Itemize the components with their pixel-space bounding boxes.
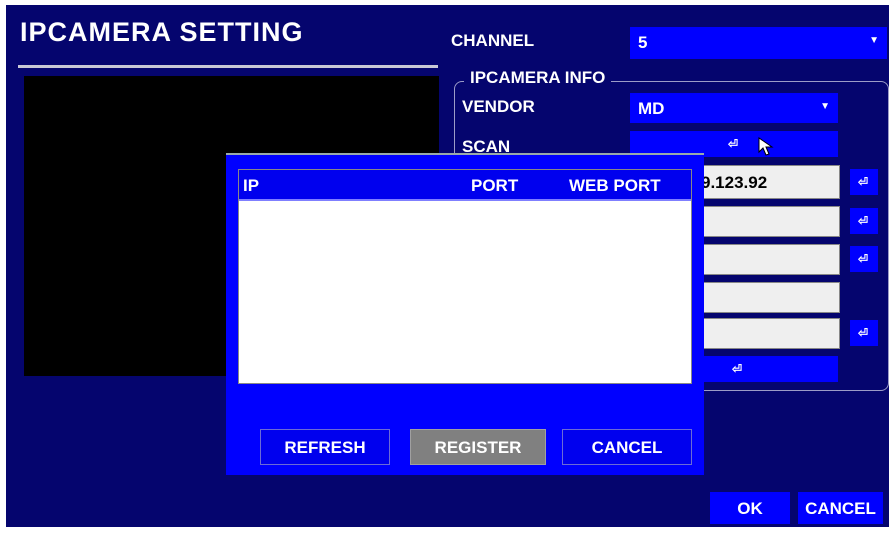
ip-address-value: 9.123.92	[701, 173, 768, 192]
column-header-ip: IP	[243, 176, 260, 195]
chevron-down-icon: ▼	[820, 101, 830, 112]
scan-results-dialog: IP PORT WEB PORT REFRESH REGISTER CANCEL	[226, 153, 704, 475]
ipcamera-setting-screen: IPCAMERA SETTING CHANNEL 5 ▼ IPCAMERA IN…	[6, 5, 889, 527]
enter-icon: ⏎	[728, 137, 739, 151]
enter-icon: ⏎	[858, 214, 869, 228]
enter-icon: ⏎	[858, 175, 869, 189]
cancel-label: CANCEL	[805, 499, 876, 518]
channel-label: CHANNEL	[451, 31, 535, 50]
vendor-label: VENDOR	[462, 97, 535, 116]
ip-enter-button[interactable]: ⏎	[850, 169, 878, 195]
register-label: REGISTER	[434, 438, 522, 457]
cancel-button[interactable]: CANCEL	[798, 492, 883, 524]
refresh-label: REFRESH	[284, 438, 366, 457]
register-button[interactable]: REGISTER	[410, 429, 546, 465]
ip-address-field[interactable]: 9.123.92	[696, 165, 840, 199]
enter-icon: ⏎	[732, 362, 743, 376]
enter-icon: ⏎	[858, 252, 869, 266]
dialog-cancel-button[interactable]: CANCEL	[562, 429, 692, 465]
web-port-field[interactable]	[696, 244, 840, 275]
apply-button[interactable]: ⏎	[696, 356, 838, 382]
password-field[interactable]	[696, 318, 840, 349]
channel-value: 5	[638, 33, 648, 52]
web-port-enter-button[interactable]: ⏎	[850, 246, 878, 272]
dialog-cancel-label: CANCEL	[591, 438, 663, 457]
page-title: IPCAMERA SETTING	[20, 17, 304, 47]
refresh-button[interactable]: REFRESH	[260, 429, 390, 465]
ok-label: OK	[737, 499, 763, 518]
column-header-web-port: WEB PORT	[569, 176, 661, 195]
list-header: IP PORT WEB PORT	[239, 170, 691, 201]
port-enter-button[interactable]: ⏎	[850, 208, 878, 234]
ok-button[interactable]: OK	[710, 492, 790, 524]
title-divider	[18, 65, 438, 68]
scan-results-list[interactable]: IP PORT WEB PORT	[238, 169, 692, 384]
chevron-down-icon: ▼	[869, 35, 879, 46]
column-header-port: PORT	[471, 176, 519, 195]
port-field[interactable]	[696, 206, 840, 237]
ipcamera-info-title: IPCAMERA INFO	[464, 68, 612, 88]
mouse-cursor-icon	[758, 137, 774, 156]
vendor-select[interactable]: MD ▼	[630, 93, 838, 123]
password-enter-button[interactable]: ⏎	[850, 320, 878, 346]
vendor-value: MD	[638, 99, 665, 118]
channel-select[interactable]: 5 ▼	[630, 27, 887, 59]
enter-icon: ⏎	[858, 326, 869, 340]
user-id-field[interactable]	[696, 282, 840, 313]
